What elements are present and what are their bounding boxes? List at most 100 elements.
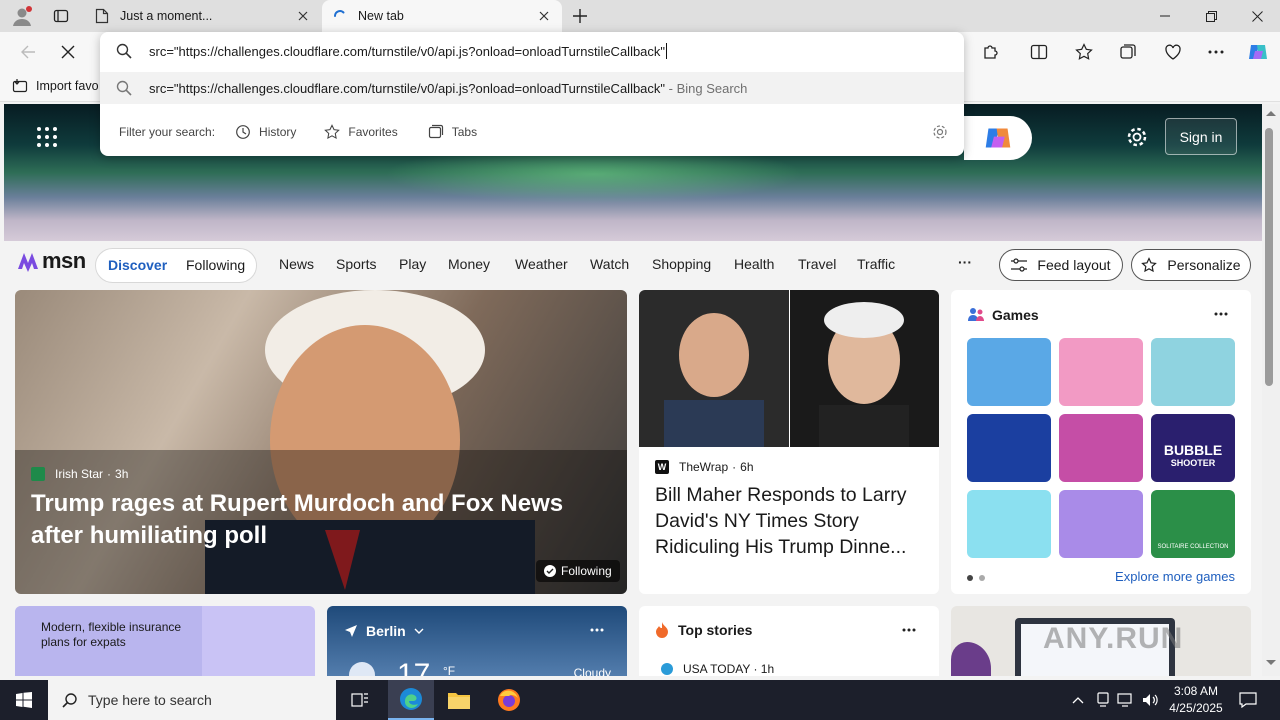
more-dots-icon[interactable]	[1214, 312, 1228, 316]
games-title: Games	[992, 307, 1039, 323]
ad-image-card[interactable]: ANY.RUN	[951, 606, 1251, 676]
minimize-button[interactable]	[1142, 0, 1188, 32]
game-tile-title: SOLITAIRE COLLECTION	[1157, 544, 1229, 550]
search-suggestion[interactable]: src="https://challenges.cloudflare.com/t…	[100, 72, 964, 104]
collections-button[interactable]	[1112, 36, 1144, 68]
copilot-button[interactable]	[1242, 36, 1274, 68]
games-people-icon	[968, 308, 984, 321]
nav-travel[interactable]: Travel	[798, 256, 836, 272]
filter-history[interactable]: History	[235, 124, 296, 140]
stop-button[interactable]	[52, 36, 84, 68]
clock-date: 4/25/2025	[1169, 701, 1223, 715]
close-tab-icon[interactable]	[295, 8, 311, 24]
start-button[interactable]	[0, 680, 48, 720]
nav-shopping[interactable]: Shopping	[652, 256, 711, 272]
device-icon[interactable]	[1096, 692, 1110, 708]
text-cursor	[666, 43, 668, 59]
main-story-card[interactable]: Irish Star · 3h Trump rages at Rupert Mu…	[15, 290, 627, 594]
nav-money[interactable]: Money	[448, 256, 490, 272]
copilot-search-button[interactable]	[964, 116, 1032, 160]
scrollbar-thumb[interactable]	[1265, 128, 1273, 386]
app-launcher-button[interactable]	[36, 126, 58, 148]
more-dots-icon[interactable]	[590, 628, 604, 632]
filter-tabs[interactable]: Tabs	[428, 124, 477, 140]
filter-tabs-label: Tabs	[451, 125, 478, 139]
volume-icon[interactable]	[1142, 692, 1160, 708]
carousel-dots[interactable]	[967, 575, 985, 581]
game-tile[interactable]	[1059, 490, 1143, 558]
game-tile-title: BUBBLE	[1163, 442, 1223, 458]
scroll-down-icon[interactable]	[1266, 660, 1276, 666]
chevron-up-icon[interactable]	[1072, 696, 1084, 704]
close-icon	[1251, 10, 1263, 22]
nav-sports[interactable]: Sports	[336, 256, 376, 272]
tab-actions-button[interactable]	[44, 0, 78, 32]
taskbar-search-box[interactable]: Type here to search	[48, 680, 336, 720]
import-favorites-button[interactable]: Import favo	[12, 78, 99, 94]
page-settings-button[interactable]	[1126, 126, 1148, 148]
taskbar-clock[interactable]: 3:08 AM 4/25/2025	[1164, 683, 1228, 717]
discover-pill[interactable]: Discover	[108, 257, 167, 273]
nav-health[interactable]: Health	[734, 256, 774, 272]
sign-in-button[interactable]: Sign in	[1165, 118, 1237, 155]
tab-title: Just a moment...	[120, 9, 213, 23]
game-tile[interactable]	[967, 414, 1051, 482]
notification-icon[interactable]	[1239, 692, 1257, 708]
network-icon[interactable]	[1117, 692, 1135, 708]
profile-button[interactable]	[0, 0, 44, 32]
close-tab-icon[interactable]	[536, 8, 552, 24]
loading-spinner-icon	[332, 8, 348, 24]
game-tile[interactable]	[1059, 338, 1143, 406]
following-badge[interactable]: Following	[536, 560, 620, 582]
main-story-title[interactable]: Trump rages at Rupert Murdoch and Fox Ne…	[31, 488, 611, 552]
nav-more-button[interactable]: ···	[958, 254, 972, 270]
taskbar-firefox-button[interactable]	[486, 680, 532, 720]
nav-watch[interactable]: Watch	[590, 256, 629, 272]
game-tile[interactable]	[967, 338, 1051, 406]
scroll-up-icon[interactable]	[1266, 110, 1276, 116]
extensions-button[interactable]	[975, 36, 1007, 68]
address-bar[interactable]: src="https://challenges.cloudflare.com/t…	[100, 32, 964, 70]
side-story-title[interactable]: Bill Maher Responds to Larry David's NY …	[655, 482, 927, 560]
top-story-source-row[interactable]: USA TODAY · 1h	[661, 662, 774, 676]
feed-layout-button[interactable]: Feed layout	[999, 249, 1123, 281]
settings-gear-icon[interactable]	[932, 124, 948, 140]
task-view-button[interactable]	[340, 680, 380, 720]
close-window-button[interactable]	[1234, 0, 1280, 32]
personalize-button[interactable]: Personalize	[1131, 249, 1251, 281]
promo-card[interactable]: Modern, flexible insurance plans for exp…	[15, 606, 315, 676]
story-age: 3h	[115, 467, 129, 481]
nav-weather[interactable]: Weather	[515, 256, 568, 272]
new-tab-page: Sign in msn Discover Following News Spor…	[0, 104, 1262, 676]
favorites-button[interactable]	[1068, 36, 1100, 68]
settings-more-button[interactable]	[1200, 36, 1232, 68]
more-dots-icon[interactable]	[902, 628, 916, 632]
game-tile[interactable]	[1059, 414, 1143, 482]
filter-favorites[interactable]: Favorites	[324, 124, 398, 140]
back-button[interactable]	[12, 36, 44, 68]
explore-more-games-link[interactable]: Explore more games	[1115, 569, 1235, 584]
game-tile[interactable]	[967, 490, 1051, 558]
game-tile[interactable]	[1151, 338, 1235, 406]
clock-time: 3:08 AM	[1173, 684, 1219, 698]
new-tab-button[interactable]	[564, 0, 596, 32]
windows-logo-icon	[16, 692, 32, 708]
game-tile[interactable]: SOLITAIRE COLLECTION	[1151, 490, 1235, 558]
split-screen-button[interactable]	[1023, 36, 1055, 68]
following-pill[interactable]: Following	[186, 257, 245, 273]
nav-news[interactable]: News	[279, 256, 314, 272]
msn-butterfly-icon	[18, 253, 38, 272]
tab-new-tab[interactable]: New tab	[322, 0, 562, 32]
taskbar-edge-button[interactable]	[388, 680, 434, 720]
restore-button[interactable]	[1188, 0, 1234, 32]
game-tile[interactable]: BUBBLE SHOOTER	[1151, 414, 1235, 482]
taskbar-file-explorer-button[interactable]	[436, 680, 482, 720]
story-source: Irish Star	[55, 467, 104, 481]
nav-play[interactable]: Play	[399, 256, 426, 272]
nav-traffic[interactable]: Traffic	[857, 256, 895, 272]
msn-logo[interactable]: msn	[16, 248, 86, 274]
tab-just-a-moment[interactable]: Just a moment...	[84, 0, 321, 32]
weather-card[interactable]: Berlin 17 °F Cloudy	[327, 606, 627, 676]
side-story-card[interactable]: W TheWrap · 6h Bill Maher Responds to La…	[639, 290, 939, 594]
browser-essentials-button[interactable]	[1157, 36, 1189, 68]
